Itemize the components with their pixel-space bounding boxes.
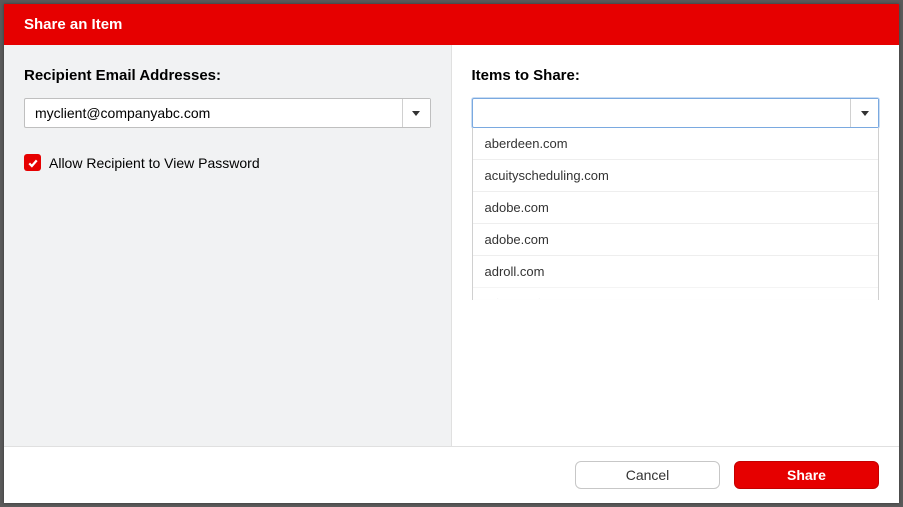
allow-view-password-checkbox[interactable] [24, 154, 41, 171]
dialog-title: Share an Item [24, 16, 122, 33]
recipient-email-combo[interactable] [24, 98, 431, 128]
dialog-header: Share an Item [4, 4, 899, 45]
list-item[interactable]: aberdeen.com [473, 128, 879, 160]
share-item-dialog: Share an Item Recipient Email Addresses:… [4, 4, 899, 503]
allow-view-password-label: Allow Recipient to View Password [49, 155, 260, 171]
share-button[interactable]: Share [734, 461, 879, 489]
recipient-dropdown-trigger[interactable] [402, 99, 430, 127]
list-item[interactable]: advancedgroup.com [473, 288, 879, 300]
cancel-button[interactable]: Cancel [575, 461, 720, 489]
items-label: Items to Share: [472, 67, 880, 84]
caret-down-icon [412, 111, 420, 116]
items-dropdown-trigger[interactable] [850, 99, 878, 127]
recipient-panel: Recipient Email Addresses: Allow Recipie… [4, 45, 452, 446]
items-search-combo[interactable] [472, 98, 880, 128]
items-search-input[interactable] [473, 99, 851, 127]
items-panel: Items to Share: aberdeen.com acuitysched… [452, 45, 900, 446]
items-dropdown-list[interactable]: aberdeen.com acuityscheduling.com adobe.… [472, 128, 880, 300]
dialog-body: Recipient Email Addresses: Allow Recipie… [4, 45, 899, 446]
list-item[interactable]: adobe.com [473, 192, 879, 224]
list-item[interactable]: adobe.com [473, 224, 879, 256]
dialog-footer: Cancel Share [4, 446, 899, 503]
recipient-label: Recipient Email Addresses: [24, 67, 431, 84]
checkmark-icon [27, 157, 39, 169]
list-item[interactable]: acuityscheduling.com [473, 160, 879, 192]
list-item[interactable]: adroll.com [473, 256, 879, 288]
caret-down-icon [861, 111, 869, 116]
allow-view-password-row[interactable]: Allow Recipient to View Password [24, 154, 431, 171]
recipient-email-input[interactable] [25, 99, 402, 127]
